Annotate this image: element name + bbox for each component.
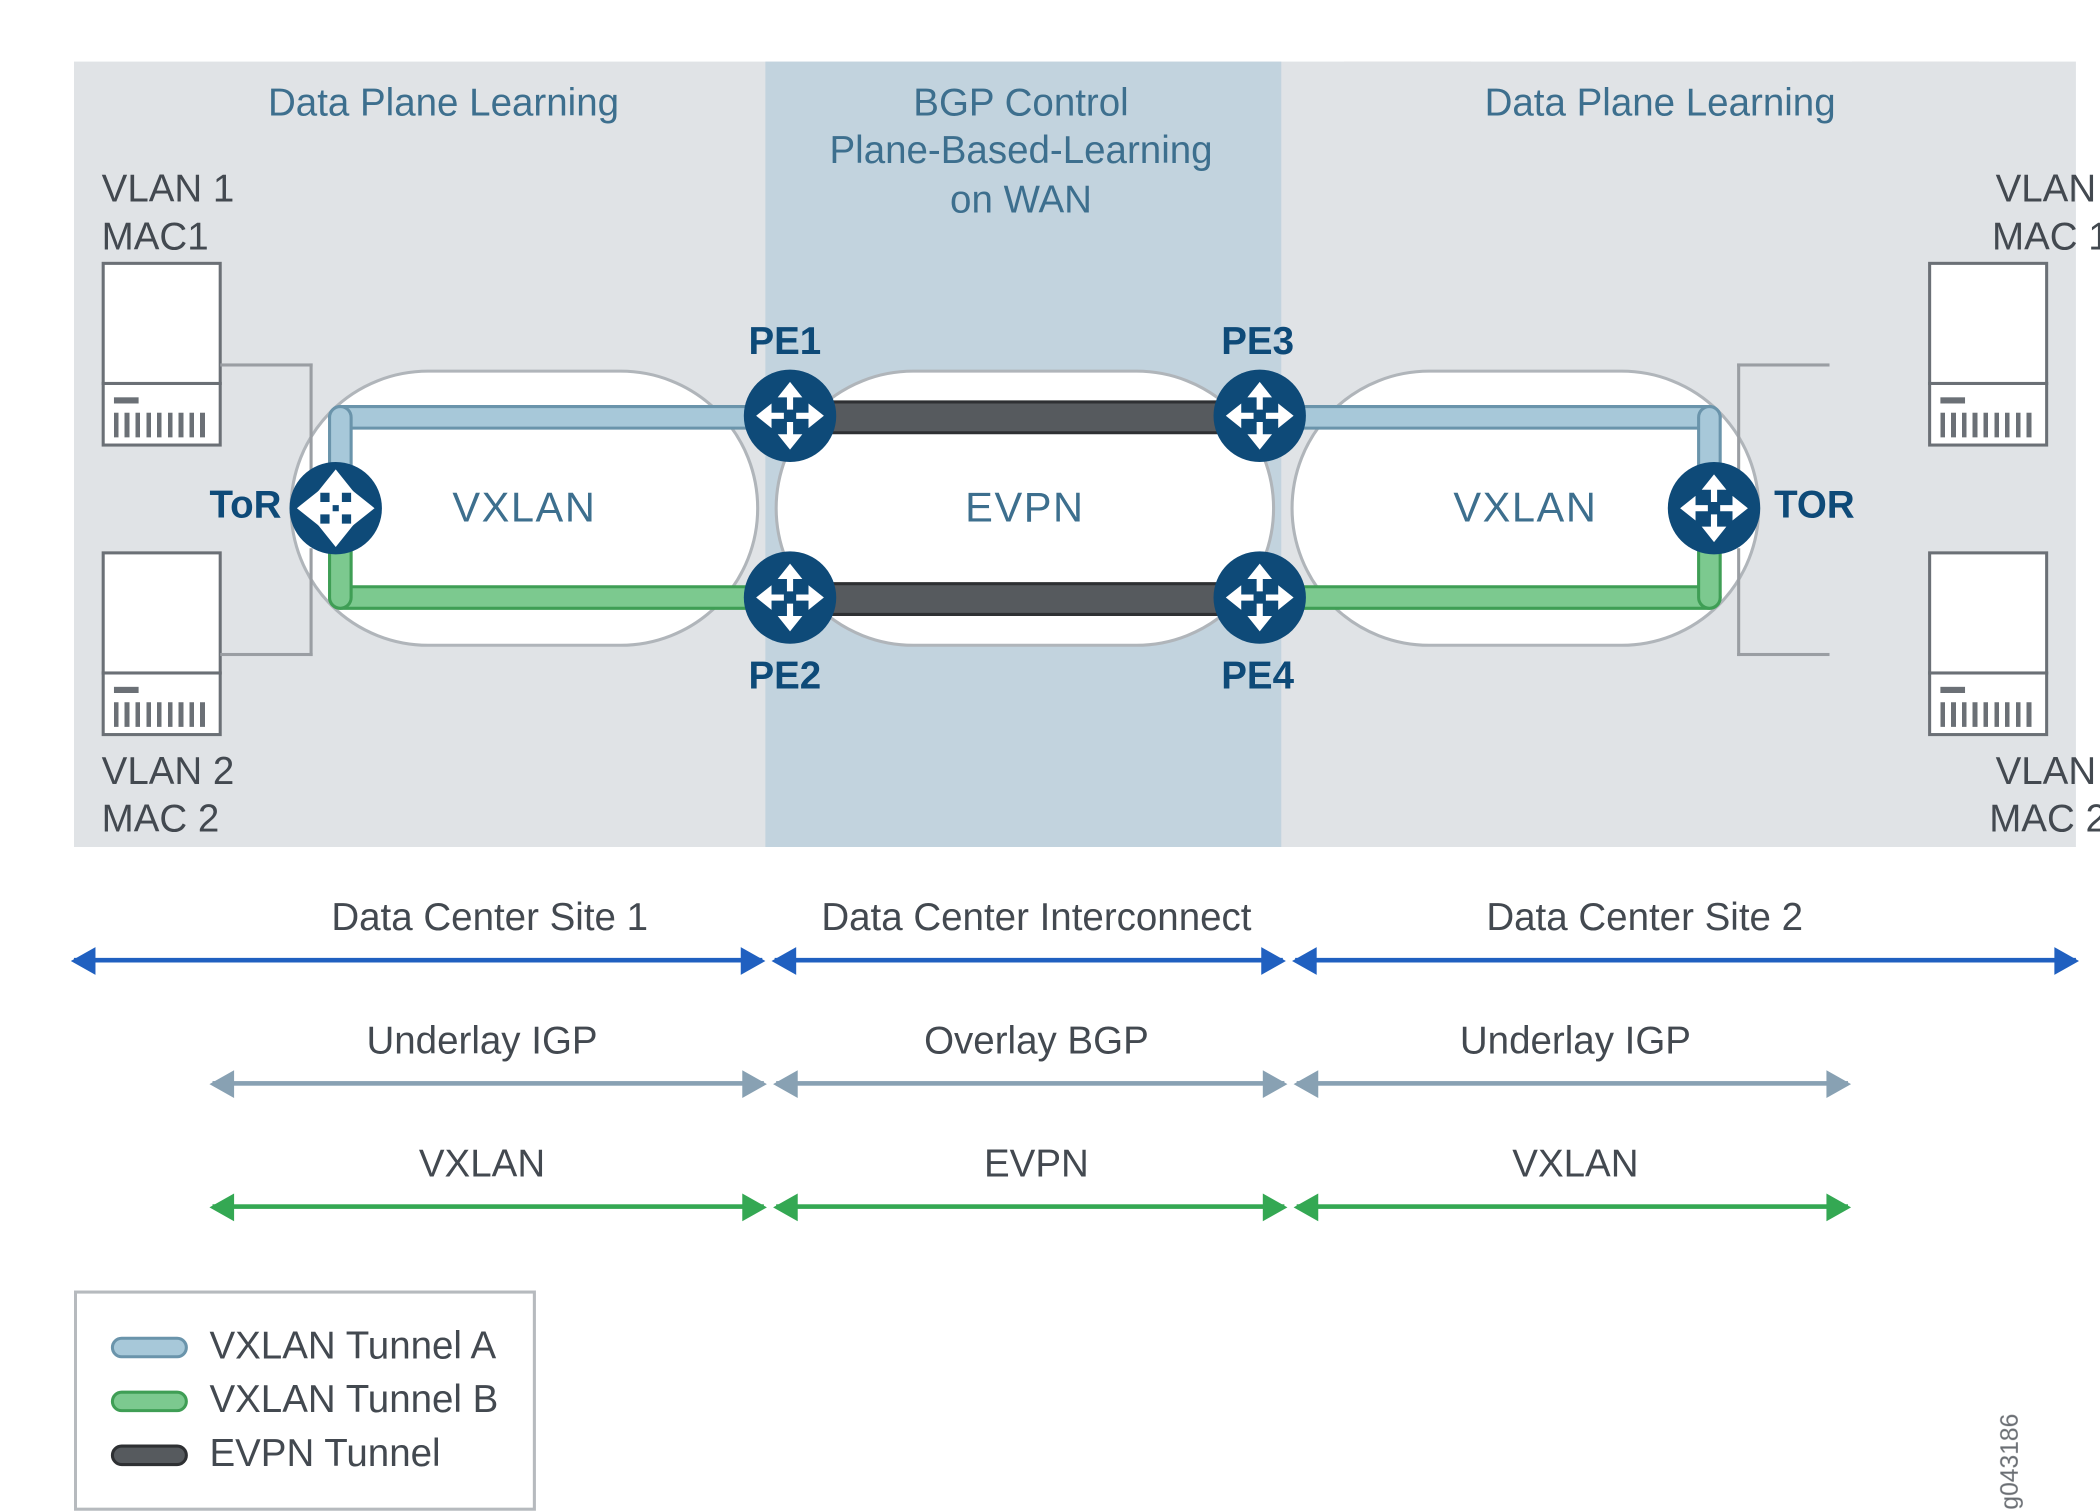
server-bl-vlan: VLAN 2	[102, 750, 235, 793]
cloud-left-label: VXLAN	[452, 484, 596, 532]
row3-mid-arrow	[776, 1204, 1284, 1209]
tunnel-evpn-bottom	[790, 582, 1252, 616]
swatch-vxlan-a-icon	[111, 1336, 188, 1358]
tunnel-green-left	[328, 585, 775, 610]
legend-row-a: VXLAN Tunnel A	[111, 1324, 499, 1369]
row3-left-arrow	[213, 1204, 764, 1209]
label-pe1: PE1	[748, 320, 821, 365]
server-tr-mac: MAC 11	[1992, 216, 2100, 259]
wire-tr-v	[1737, 363, 1740, 471]
server-tr-label: VLAN 1 MAC 11	[1913, 166, 2100, 262]
server-top-left	[102, 262, 222, 447]
row2-mid-label: Overlay BGP	[775, 1019, 1299, 1064]
row3-left-label: VXLAN	[228, 1143, 736, 1188]
row1-mid-label: Data Center Interconnect	[775, 896, 1299, 941]
label-tor-right: TOR	[1774, 484, 1855, 529]
wire-bl-h	[220, 653, 312, 656]
wire-tl-v	[310, 363, 313, 471]
swatch-vxlan-b-icon	[111, 1390, 188, 1412]
header-mid-line3: on WAN	[950, 178, 1092, 221]
row3-right-label: VXLAN	[1321, 1143, 1829, 1188]
cloud-right-label: VXLAN	[1453, 484, 1597, 532]
server-br-label: VLAN 2 MAC 22	[1913, 748, 2100, 844]
server-tl-vlan: VLAN 1	[102, 168, 235, 211]
server-bottom-left	[102, 551, 222, 736]
server-tl-label: VLAN 1 MAC1	[102, 166, 318, 262]
server-bl-label: VLAN 2 MAC 2	[102, 748, 318, 844]
tunnel-green-right	[1275, 585, 1722, 610]
arrow-row-1: Data Center Site 1 Data Center Interconn…	[74, 942, 2076, 1004]
legend-box: VXLAN Tunnel A VXLAN Tunnel B EVPN Tunne…	[74, 1291, 535, 1511]
row2-right-label: Underlay IGP	[1321, 1019, 1829, 1064]
wire-tr-h	[1737, 363, 1829, 366]
router-arrows-icon	[290, 462, 382, 554]
label-pe3: PE3	[1221, 320, 1294, 365]
row2-mid-arrow	[776, 1081, 1284, 1086]
tunnel-blue-right	[1275, 405, 1722, 430]
tunnel-blue-left	[328, 405, 775, 430]
row2-left-arrow	[213, 1081, 764, 1086]
legend-row-c: EVPN Tunnel	[111, 1432, 499, 1477]
swatch-evpn-icon	[111, 1444, 188, 1466]
server-top-right	[1928, 262, 2048, 447]
header-right: Data Plane Learning	[1352, 80, 1968, 128]
router-pe3	[1214, 370, 1306, 462]
header-mid-line2: Plane-Based-Learning	[829, 130, 1212, 173]
label-pe2: PE2	[748, 655, 821, 700]
cloud-mid-label: EVPN	[965, 484, 1084, 532]
wire-bl-v	[310, 548, 313, 656]
legend-row-b: VXLAN Tunnel B	[111, 1378, 499, 1423]
server-tl-mac: MAC1	[102, 216, 209, 259]
row3-mid-label: EVPN	[775, 1143, 1299, 1188]
row1-right-label: Data Center Site 2	[1352, 896, 1937, 941]
header-left: Data Plane Learning	[136, 80, 752, 128]
arrow-row-2: Underlay IGP Overlay BGP Underlay IGP	[74, 1066, 2076, 1128]
row1-right-arrow	[1295, 958, 2076, 963]
row2-left-label: Underlay IGP	[228, 1019, 736, 1064]
label-pe4: PE4	[1221, 655, 1294, 700]
wire-tl-h	[220, 363, 312, 366]
row1-left-arrow	[74, 958, 762, 963]
router-pe4	[1214, 551, 1306, 643]
router-pe2	[744, 551, 836, 643]
router-tor-left	[290, 462, 382, 554]
server-br-mac: MAC 22	[1989, 798, 2100, 841]
header-mid: BGP Control Plane-Based-Learning on WAN	[721, 80, 1322, 224]
row1-mid-arrow	[775, 958, 1283, 963]
diagram-panel: Data Plane Learning BGP Control Plane-Ba…	[74, 62, 2076, 847]
row1-left-label: Data Center Site 1	[197, 896, 782, 941]
wire-br-v	[1737, 548, 1740, 656]
wire-br-h	[1737, 653, 1829, 656]
legend-c-label: EVPN Tunnel	[209, 1432, 440, 1477]
row3-right-arrow	[1297, 1204, 1848, 1209]
tunnel-evpn-top	[790, 400, 1252, 434]
arrow-row-3: VXLAN EVPN VXLAN	[74, 1189, 2076, 1251]
router-pe1	[744, 370, 836, 462]
header-mid-line1: BGP Control	[913, 82, 1128, 125]
label-tor-left: ToR	[209, 484, 281, 529]
server-tr-vlan: VLAN 1	[1996, 168, 2100, 211]
legend-a-label: VXLAN Tunnel A	[209, 1324, 496, 1369]
row2-right-arrow	[1297, 1081, 1848, 1086]
server-br-vlan: VLAN 2	[1996, 750, 2100, 793]
router-tor-right	[1668, 462, 1760, 554]
legend-b-label: VXLAN Tunnel B	[209, 1378, 498, 1423]
figure-id: g043186	[1997, 1414, 2025, 1510]
server-bottom-right	[1928, 551, 2048, 736]
server-bl-mac: MAC 2	[102, 798, 220, 841]
